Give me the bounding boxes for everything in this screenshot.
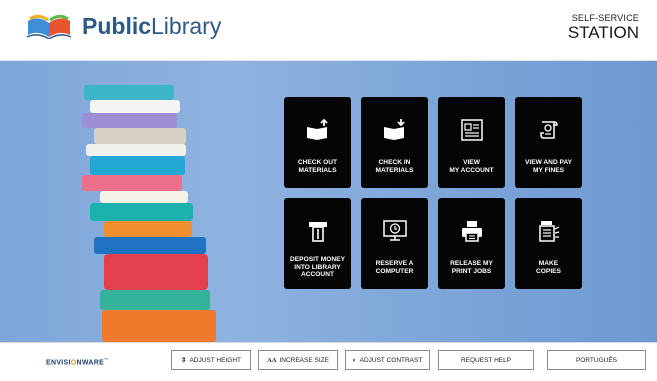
release-print-jobs-tile[interactable]: RELEASE MY PRINT JOBS xyxy=(438,198,505,289)
deposit-money-tile[interactable]: DEPOSIT MONEY INTO LIBRARY ACCOUNT xyxy=(284,198,351,289)
tile-label: MAKE COPIES xyxy=(536,259,561,275)
printer-icon xyxy=(461,221,482,242)
tile-label: VIEW AND PAY MY FINES xyxy=(524,158,573,174)
envisionware-logo: ENVISIONWARE™ xyxy=(46,357,108,366)
service-tiles-grid: CHECK OUT MATERIALS CHECK IN MATERIALS V… xyxy=(284,97,582,289)
contrast-icon: ◐ xyxy=(352,356,357,364)
tile-label: RELEASE MY PRINT JOBS xyxy=(450,259,493,275)
increase-size-label: INCREASE SIZE xyxy=(279,356,329,364)
copier-icon xyxy=(538,221,559,242)
check-out-materials-tile[interactable]: CHECK OUT MATERIALS xyxy=(284,97,351,188)
tile-label: CHECK IN MATERIALS xyxy=(375,158,414,174)
portugues-language-button[interactable]: PORTUGUÊS xyxy=(547,350,646,370)
deposit-icon xyxy=(308,222,327,242)
book-stack-illustration xyxy=(82,85,216,342)
adjust-height-button[interactable]: ⇳ ADJUST HEIGHT xyxy=(171,350,251,370)
adjust-height-icon: ⇳ xyxy=(181,357,187,364)
brand-name-light: Library xyxy=(151,12,222,39)
view-and-pay-fines-tile[interactable]: VIEW AND PAY MY FINES xyxy=(515,97,582,188)
check-out-icon xyxy=(306,119,328,140)
request-help-label: REQUEST HELP xyxy=(460,356,512,364)
increase-size-button[interactable]: AA INCREASE SIZE xyxy=(258,350,338,370)
adjust-contrast-label: ADJUST CONTRAST xyxy=(359,356,423,364)
fines-receipt-icon xyxy=(539,121,558,139)
check-in-icon xyxy=(383,119,405,140)
open-book-logo-icon xyxy=(26,14,72,39)
tile-label: VIEW MY ACCOUNT xyxy=(449,158,494,174)
adjust-contrast-button[interactable]: ◐ ADJUST CONTRAST xyxy=(345,350,430,370)
brand-name: PublicLibrary xyxy=(82,12,222,39)
hero-banner: CHECK OUT MATERIALS CHECK IN MATERIALS V… xyxy=(0,61,657,342)
vendor-name-start: ENVISI xyxy=(46,359,71,367)
header: PublicLibrary SELF-SERVICE STATION xyxy=(0,0,657,61)
vendor-name-end: NWARE xyxy=(76,359,105,367)
station-title: SELF-SERVICE STATION xyxy=(567,13,639,42)
check-in-materials-tile[interactable]: CHECK IN MATERIALS xyxy=(361,97,428,188)
station-heading: STATION xyxy=(567,23,639,42)
tile-label: RESERVE A COMPUTER xyxy=(375,259,414,275)
public-library-logo: PublicLibrary xyxy=(26,10,221,42)
view-my-account-tile[interactable]: VIEW MY ACCOUNT xyxy=(438,97,505,188)
footer-bar: ENVISIONWARE™ ⇳ ADJUST HEIGHT AA INCREAS… xyxy=(0,342,657,381)
brand-name-bold: Public xyxy=(82,12,152,39)
request-help-button[interactable]: REQUEST HELP xyxy=(438,350,534,370)
tile-label: DEPOSIT MONEY INTO LIBRARY ACCOUNT xyxy=(290,256,345,279)
text-size-icon: AA xyxy=(267,356,277,364)
station-subtitle: SELF-SERVICE xyxy=(571,13,639,23)
reserve-computer-tile[interactable]: RESERVE A COMPUTER xyxy=(361,198,428,289)
computer-clock-icon xyxy=(382,220,407,241)
account-icon xyxy=(460,119,483,141)
make-copies-tile[interactable]: MAKE COPIES xyxy=(515,198,582,289)
adjust-height-label: ADJUST HEIGHT xyxy=(189,356,241,364)
tile-label: CHECK OUT MATERIALS xyxy=(297,158,338,174)
trademark-symbol: ™ xyxy=(104,357,109,362)
portugues-label: PORTUGUÊS xyxy=(575,356,618,364)
